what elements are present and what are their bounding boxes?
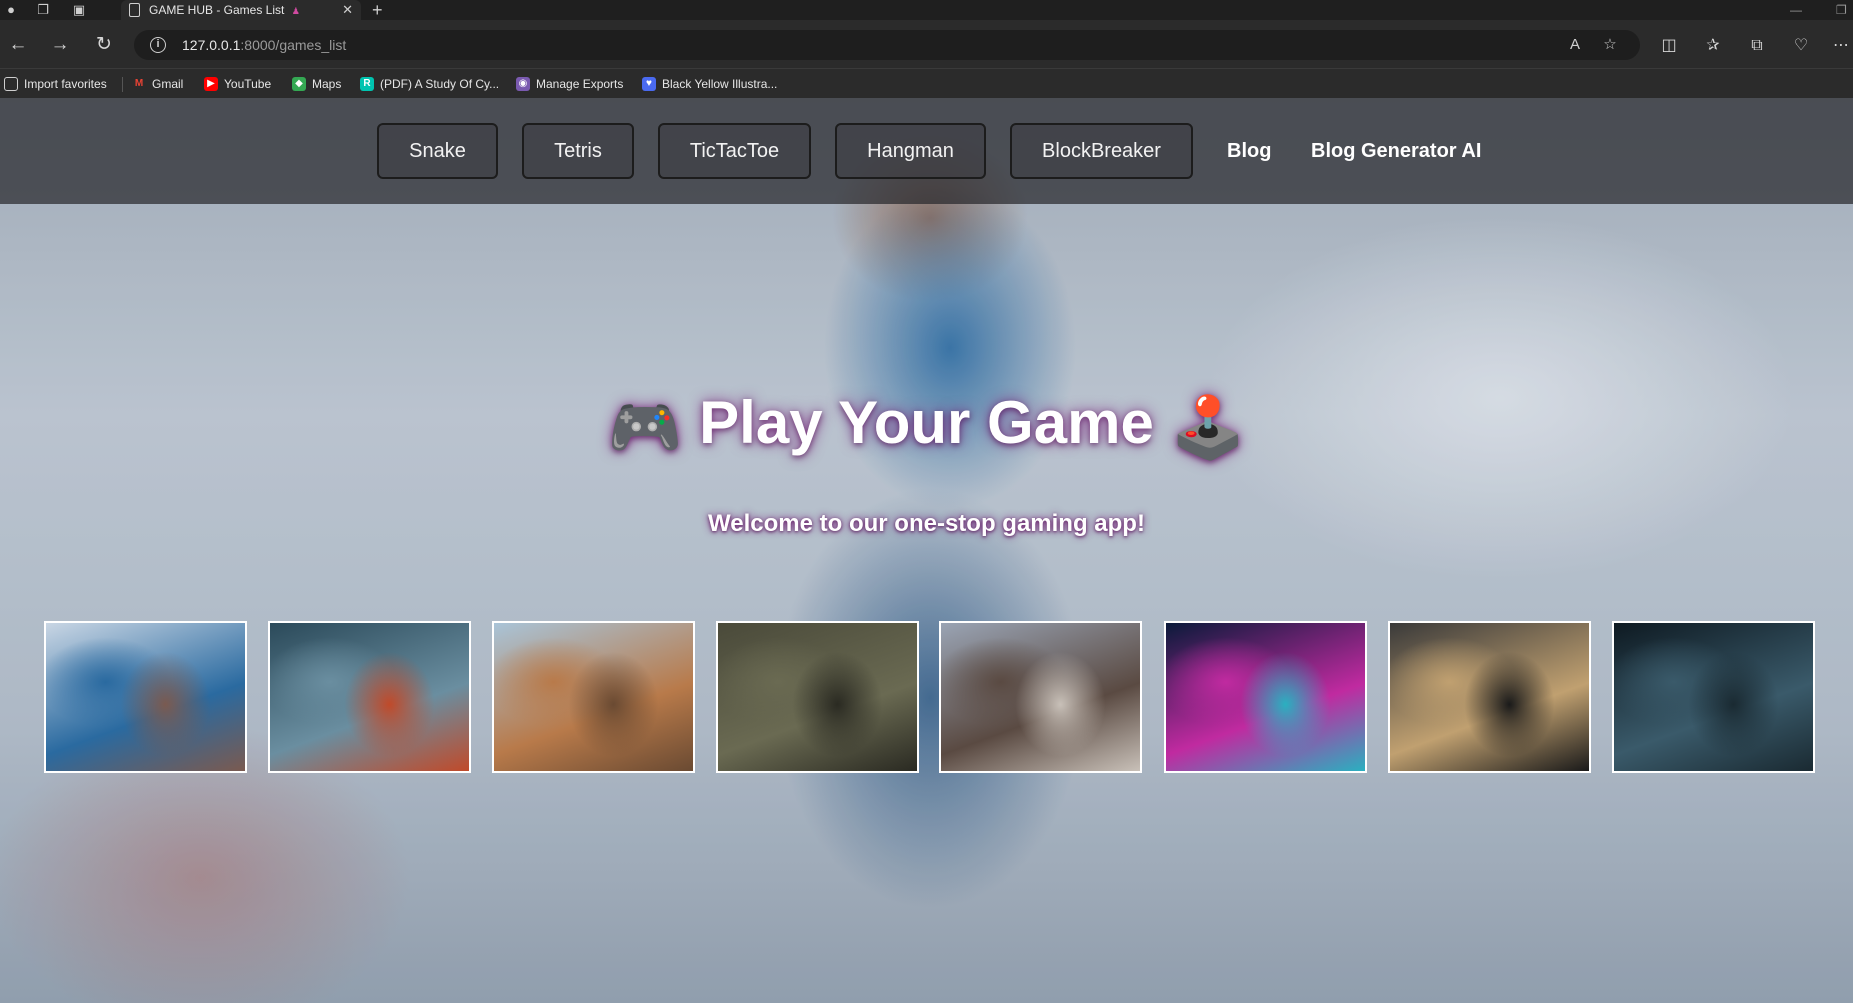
split-screen-icon[interactable]: ◫: [1657, 34, 1681, 58]
exports-icon: ◉: [516, 77, 530, 91]
read-aloud-icon[interactable]: A: [1564, 34, 1586, 56]
game-navbar: Snake Tetris TicTacToe Hangman BlockBrea…: [0, 98, 1853, 204]
bookmark-label: (PDF) A Study Of Cy...: [380, 77, 500, 91]
bookmark-label: Black Yellow Illustra...: [662, 77, 778, 91]
joystick-icon: 🕹️: [1170, 393, 1246, 461]
snake-button[interactable]: Snake: [377, 123, 498, 179]
games-page: Snake Tetris TicTacToe Hangman BlockBrea…: [0, 98, 1853, 1003]
more-menu-icon[interactable]: ⋯: [1829, 34, 1853, 58]
blockbreaker-button[interactable]: BlockBreaker: [1010, 123, 1193, 179]
tab-strip: ● ❐ ▣ GAME HUB - Games List ♟ ✕ + — ❐: [0, 0, 1853, 20]
navigation-bar: ← → ↻ i 127.0.0.1:8000/games_list A ☆ ◫ …: [0, 22, 1853, 68]
url-host: 127.0.0.1: [182, 37, 241, 53]
browser-chrome: ● ❐ ▣ GAME HUB - Games List ♟ ✕ + — ❐ ← …: [0, 0, 1853, 98]
welcome-subtitle: Welcome to our one-stop gaming app!: [708, 510, 1145, 537]
site-info-icon[interactable]: i: [150, 37, 166, 53]
favorites-icon[interactable]: ✰: [1701, 34, 1725, 58]
hangman-button[interactable]: Hangman: [835, 123, 986, 179]
assassin-clock-thumb[interactable]: [1612, 621, 1815, 773]
bookmark-gmail[interactable]: M Gmail: [130, 69, 184, 99]
youtube-icon: ▶: [204, 77, 218, 91]
bookmark-maps[interactable]: ◆ Maps: [290, 69, 341, 99]
joystick-favicon-icon: ♟: [291, 6, 300, 16]
heart-bookmark-icon: ♥: [642, 77, 656, 91]
maps-icon: ◆: [292, 77, 306, 91]
minimize-icon[interactable]: —: [1790, 0, 1802, 20]
blog-link[interactable]: Blog: [1227, 123, 1271, 179]
game-controller-icon: 🎮: [607, 393, 683, 461]
god-of-war-thumb[interactable]: [268, 621, 471, 773]
bookmarks-bar: Import favorites M Gmail ▶ YouTube ◆ Map…: [0, 68, 1853, 98]
tab-actions-icon[interactable]: ▣: [70, 1, 88, 19]
url-text[interactable]: 127.0.0.1:8000/games_list: [182, 30, 346, 60]
bookmark-label: Maps: [312, 77, 342, 91]
dark-swamp-thumb[interactable]: [716, 621, 919, 773]
tictactoe-button[interactable]: TicTacToe: [658, 123, 811, 179]
restore-icon[interactable]: ❐: [1836, 0, 1847, 20]
cyberpunk-city-thumb[interactable]: [1164, 621, 1367, 773]
url-path: :8000/games_list: [240, 37, 347, 53]
page-icon: [129, 3, 140, 17]
refresh-icon[interactable]: ↻: [90, 32, 118, 58]
gmail-icon: M: [134, 78, 144, 89]
bookmark-pdf-study[interactable]: R (PDF) A Study Of Cy...: [358, 69, 499, 99]
browser-essentials-icon[interactable]: ♡: [1789, 34, 1813, 58]
tab-title: GAME HUB - Games List: [149, 3, 285, 17]
bookmark-label: Import favorites: [24, 77, 107, 91]
bookmark-label: Gmail: [152, 77, 184, 91]
bookmarks-divider: [122, 77, 123, 92]
import-icon: [4, 77, 18, 91]
favorite-star-icon[interactable]: ☆: [1599, 34, 1621, 56]
workspaces-icon[interactable]: ❐: [34, 1, 52, 19]
close-tab-icon[interactable]: ✕: [342, 0, 353, 20]
blog-generator-ai-link[interactable]: Blog Generator AI: [1311, 123, 1481, 179]
address-bar[interactable]: i 127.0.0.1:8000/games_list A ☆: [134, 30, 1640, 60]
bookmark-youtube[interactable]: ▶ YouTube: [202, 69, 271, 99]
bookmark-label: YouTube: [224, 77, 272, 91]
page-title-text: Play Your Game: [699, 389, 1154, 456]
tetris-button[interactable]: Tetris: [522, 123, 634, 179]
desert-offroad-thumb[interactable]: [492, 621, 695, 773]
new-tab-icon[interactable]: +: [372, 0, 383, 20]
back-icon[interactable]: ←: [4, 32, 32, 58]
forza-race-thumb[interactable]: [1388, 621, 1591, 773]
bookmark-manage-exports[interactable]: ◉ Manage Exports: [514, 69, 623, 99]
bookmark-label: Manage Exports: [536, 77, 624, 91]
bookmark-import-favorites[interactable]: Import favorites: [2, 69, 107, 99]
collections-icon[interactable]: ⧉: [1745, 34, 1769, 58]
bridge-climber-thumb[interactable]: [939, 621, 1142, 773]
page-title: 🎮 Play Your Game 🕹️: [0, 388, 1853, 463]
game-gallery: [0, 621, 1853, 773]
researchgate-icon: R: [360, 77, 374, 91]
tab-games-list[interactable]: GAME HUB - Games List ♟ ✕: [121, 0, 361, 20]
aloy-horizon-thumb[interactable]: [44, 621, 247, 773]
profile-icon[interactable]: ●: [2, 1, 20, 19]
bookmark-black-yellow[interactable]: ♥ Black Yellow Illustra...: [640, 69, 777, 99]
forward-icon[interactable]: →: [46, 32, 74, 58]
